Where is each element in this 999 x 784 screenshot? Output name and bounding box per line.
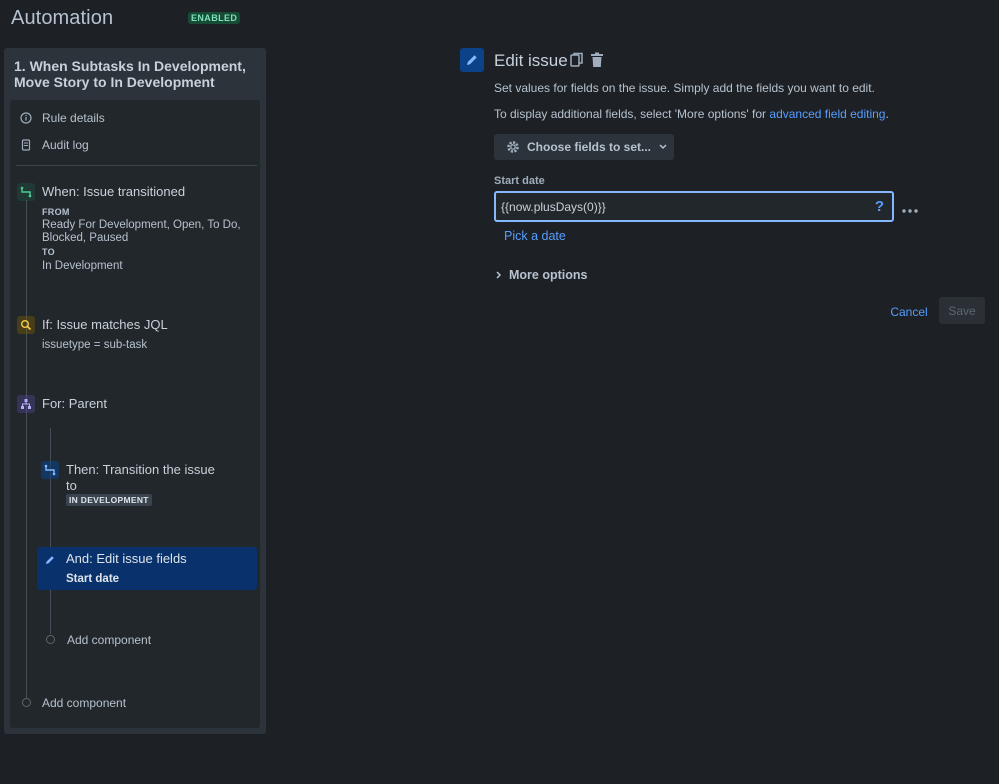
- condition-title: If: Issue matches JQL: [42, 317, 168, 332]
- description-text: To display additional fields, select 'Mo…: [494, 107, 770, 121]
- add-component-dot: [46, 635, 55, 644]
- status-lozenge: IN DEVELOPMENT: [66, 494, 152, 506]
- menu-item-rule-details[interactable]: Rule details: [20, 111, 105, 125]
- menu-item-label: Rule details: [42, 111, 105, 125]
- menu-item-audit-log[interactable]: Audit log: [20, 138, 89, 152]
- trigger-title: When: Issue transitioned: [42, 184, 186, 199]
- add-component-outer-button[interactable]: Add component: [42, 696, 126, 710]
- editor-title: Edit issue: [494, 51, 568, 70]
- choose-fields-label: Choose fields to set...: [527, 140, 652, 154]
- branch-flow-line: [50, 428, 51, 634]
- info-icon: [20, 112, 32, 124]
- flow-line: [26, 200, 27, 700]
- menu-item-label: Audit log: [42, 138, 89, 152]
- search-icon: [17, 316, 35, 334]
- copy-icon[interactable]: [570, 52, 584, 73]
- hierarchy-icon: [17, 395, 35, 413]
- start-date-input[interactable]: [496, 198, 863, 215]
- rule-title: 1. When Subtasks In Development, Move St…: [14, 58, 246, 90]
- more-options-toggle[interactable]: More options: [496, 268, 587, 282]
- pencil-icon: [44, 553, 56, 571]
- from-value: Ready For Development, Open, To Do, Bloc…: [42, 219, 241, 244]
- cancel-button[interactable]: Cancel: [884, 299, 934, 324]
- transition-action-title: Then: Transition the issue to: [66, 462, 215, 493]
- to-label: TO: [42, 247, 55, 257]
- choose-fields-button[interactable]: Choose fields to set...: [494, 134, 674, 160]
- add-component-dot: [22, 698, 31, 707]
- edit-action-title: And: Edit issue fields: [66, 551, 187, 566]
- start-date-field[interactable]: ?: [494, 191, 894, 222]
- to-value: In Development: [42, 260, 123, 272]
- condition-detail: issuetype = sub-task: [42, 339, 148, 351]
- editor-description-advanced: To display additional fields, select 'Mo…: [494, 107, 889, 121]
- page-title: Automation: [11, 7, 114, 29]
- more-options-label: More options: [509, 268, 588, 282]
- edit-action-detail: Start date: [66, 573, 120, 585]
- document-icon: [20, 139, 32, 151]
- status-badge: ENABLED: [188, 12, 241, 24]
- editor-description: Set values for fields on the issue. Simp…: [494, 81, 875, 95]
- from-label: FROM: [42, 207, 70, 217]
- gear-icon: [505, 139, 521, 155]
- divider: [16, 165, 257, 166]
- advanced-field-editing-link[interactable]: advanced field editing: [769, 107, 885, 121]
- help-icon[interactable]: ?: [875, 198, 884, 215]
- pick-a-date-link[interactable]: Pick a date: [504, 229, 566, 243]
- pencil-icon: [460, 48, 484, 72]
- condition-card[interactable]: If: Issue matches JQL issuetype = sub-ta…: [37, 314, 257, 356]
- trash-icon[interactable]: [590, 52, 604, 73]
- chevron-right-icon: [496, 271, 502, 279]
- branch-card[interactable]: For: Parent: [37, 393, 257, 415]
- transition-icon: [17, 183, 35, 201]
- more-actions-icon[interactable]: [902, 200, 918, 218]
- start-date-label: Start date: [494, 175, 545, 187]
- add-component-inner-button[interactable]: Add component: [67, 633, 151, 647]
- transition-icon: [41, 461, 59, 479]
- trigger-card[interactable]: When: Issue transitioned FROM Ready For …: [37, 181, 257, 276]
- description-suffix: .: [885, 107, 889, 121]
- branch-title: For: Parent: [42, 396, 108, 411]
- chevron-down-icon: [659, 144, 667, 150]
- save-button[interactable]: Save: [939, 297, 985, 324]
- transition-action-card[interactable]: Then: Transition the issue to IN DEVELOP…: [61, 459, 257, 511]
